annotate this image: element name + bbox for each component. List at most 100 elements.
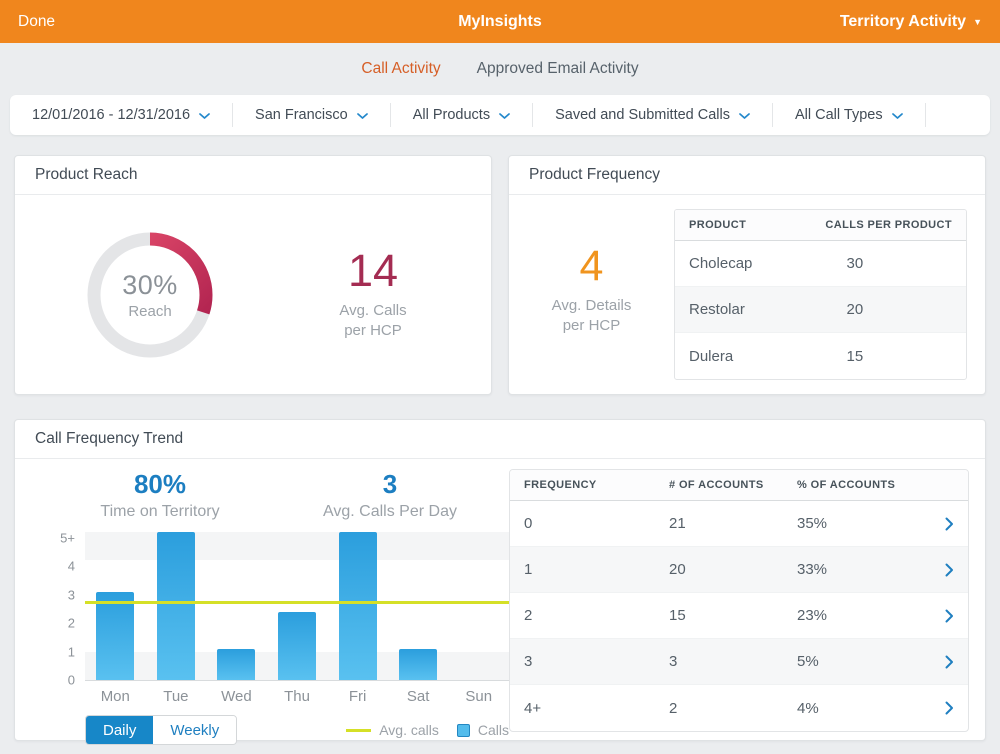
table-header-row: PRODUCTCALLS PER PRODUCT — [675, 210, 966, 241]
filter-dropdown-1[interactable]: San Francisco — [233, 103, 391, 127]
myinsights-page: Done MyInsights Territory Activity ▼ Cal… — [0, 0, 1000, 754]
filter-dropdown-label: 12/01/2016 - 12/31/2016 — [32, 107, 190, 123]
table-row[interactable]: 335% — [510, 639, 968, 685]
table-header-row: FREQUENCY# OF ACCOUNTS% OF ACCOUNTS — [510, 470, 968, 501]
table-cell: 23% — [783, 607, 938, 624]
filter-dropdown-label: Saved and Submitted Calls — [555, 107, 730, 123]
chevron-down-icon — [357, 113, 368, 120]
row-drilldown-button[interactable] — [938, 701, 968, 715]
avg-details-value: 4 — [580, 245, 604, 288]
row-drilldown-button[interactable] — [938, 609, 968, 623]
table-cell: 1 — [510, 561, 655, 578]
table-header-cell: % OF ACCOUNTS — [783, 479, 938, 491]
table-cell: 4+ — [510, 700, 655, 717]
chevron-right-icon — [945, 517, 954, 531]
x-axis-label: Mon — [85, 688, 146, 705]
filter-bar: 12/01/2016 - 12/31/2016 San Francisco All … — [10, 95, 990, 135]
table-cell: 2 — [655, 700, 783, 717]
table-cell: 33% — [783, 561, 938, 578]
bar-chart: 012345+ MonTueWedThuFriSatSun — [85, 533, 509, 705]
table-cell: 0 — [510, 515, 655, 532]
table-cell: 20 — [655, 561, 783, 578]
tab-bar: Call Activity Approved Email Activity — [0, 43, 1000, 95]
table-cell: 21 — [655, 515, 783, 532]
calls-swatch-icon — [457, 724, 470, 737]
bar-mon — [96, 592, 134, 680]
toggle-weekly-button[interactable]: Weekly — [153, 716, 236, 744]
table-cell: 35% — [783, 515, 938, 532]
legend-label: Calls — [478, 722, 509, 738]
top-bar: Done MyInsights Territory Activity ▼ — [0, 0, 1000, 43]
filter-dropdown-2[interactable]: All Products — [391, 103, 533, 127]
table-cell: Dulera — [675, 348, 833, 365]
chart-legend: Avg. calls Calls — [346, 722, 509, 738]
row-drilldown-button[interactable] — [938, 655, 968, 669]
reach-donut-chart: 30% Reach — [75, 220, 225, 370]
chevron-right-icon — [945, 655, 954, 669]
chart-stats-row: 80% Time on Territory 3 Avg. Calls Per D… — [45, 469, 509, 521]
x-axis-label: Sat — [388, 688, 449, 705]
filter-dropdown-4[interactable]: All Call Types — [773, 103, 926, 127]
product-frequency-card: Product Frequency 4 Avg. Details per HCP… — [508, 155, 986, 395]
done-button[interactable]: Done — [18, 13, 55, 31]
call-frequency-chart-section: 80% Time on Territory 3 Avg. Calls Per D… — [15, 459, 509, 741]
accounts-frequency-table: FREQUENCY# OF ACCOUNTS% OF ACCOUNTS02135… — [509, 469, 969, 732]
reach-label: Reach — [128, 303, 171, 320]
call-frequency-trend-card: Call Frequency Trend 80% Time on Territo… — [14, 419, 986, 741]
filter-dropdown-3[interactable]: Saved and Submitted Calls — [533, 103, 773, 127]
table-cell: 4% — [783, 700, 938, 717]
bar-chart-x-labels: MonTueWedThuFriSatSun — [85, 688, 509, 705]
table-row[interactable]: 12033% — [510, 547, 968, 593]
table-header-cell: CALLS PER PRODUCT — [811, 219, 966, 231]
table-cell: Restolar — [675, 301, 833, 318]
avg-calls-label-line2: per HCP — [339, 321, 406, 341]
filter-dropdown-0[interactable]: 12/01/2016 - 12/31/2016 — [10, 103, 233, 127]
product-frequency-title: Product Frequency — [509, 156, 985, 195]
toggle-daily-button[interactable]: Daily — [86, 716, 153, 744]
filter-dropdown-label: San Francisco — [255, 107, 348, 123]
time-on-territory-label: Time on Territory — [45, 503, 275, 521]
product-reach-card: Product Reach 30% — [14, 155, 492, 395]
y-axis-label: 5+ — [60, 530, 75, 545]
bar-tue — [157, 532, 195, 680]
call-frequency-trend-title: Call Frequency Trend — [15, 420, 985, 459]
table-row: Restolar20 — [675, 287, 966, 333]
avg-calls-per-day-value: 3 — [275, 469, 505, 500]
table-row[interactable]: 4+24% — [510, 685, 968, 731]
avg-calls-per-day-stat: 3 Avg. Calls Per Day — [275, 469, 505, 521]
x-axis-label: Thu — [267, 688, 328, 705]
donut-center-text: 30% Reach — [75, 220, 225, 370]
legend-label: Avg. calls — [379, 722, 439, 738]
y-axis-label: 0 — [68, 673, 75, 688]
table-cell: 20 — [833, 301, 967, 318]
call-frequency-body: 80% Time on Territory 3 Avg. Calls Per D… — [15, 459, 985, 741]
table-cell: 2 — [510, 607, 655, 624]
table-cell: Cholecap — [675, 255, 833, 272]
table-row[interactable]: 02135% — [510, 501, 968, 547]
row-drilldown-button[interactable] — [938, 563, 968, 577]
bar-wed — [217, 649, 255, 680]
table-cell: 3 — [655, 653, 783, 670]
avg-details-label: Avg. Details per HCP — [552, 296, 632, 337]
chevron-down-icon — [892, 113, 903, 120]
daily-weekly-toggle: DailyWeekly — [85, 715, 237, 745]
table-row[interactable]: 21523% — [510, 593, 968, 639]
territory-activity-dropdown[interactable]: Territory Activity ▼ — [840, 13, 982, 31]
tab-call-activity[interactable]: Call Activity — [361, 60, 440, 78]
avg-calls-value: 14 — [348, 248, 398, 293]
table-header-cell: PRODUCT — [675, 219, 811, 231]
x-axis-label: Tue — [146, 688, 207, 705]
x-axis-label: Sun — [448, 688, 509, 705]
row-drilldown-button[interactable] — [938, 517, 968, 531]
bar-fri — [339, 532, 377, 680]
table-row: Dulera15 — [675, 333, 966, 379]
table-cell: 5% — [783, 653, 938, 670]
table-row: Cholecap30 — [675, 241, 966, 287]
y-axis-label: 1 — [68, 644, 75, 659]
bar-sat — [399, 649, 437, 680]
table-header-cell: FREQUENCY — [510, 479, 655, 491]
chevron-down-icon — [739, 113, 750, 120]
tab-approved-email-activity[interactable]: Approved Email Activity — [477, 60, 639, 78]
avg-calls-per-day-label: Avg. Calls Per Day — [275, 503, 505, 521]
average-calls-line — [85, 601, 509, 604]
